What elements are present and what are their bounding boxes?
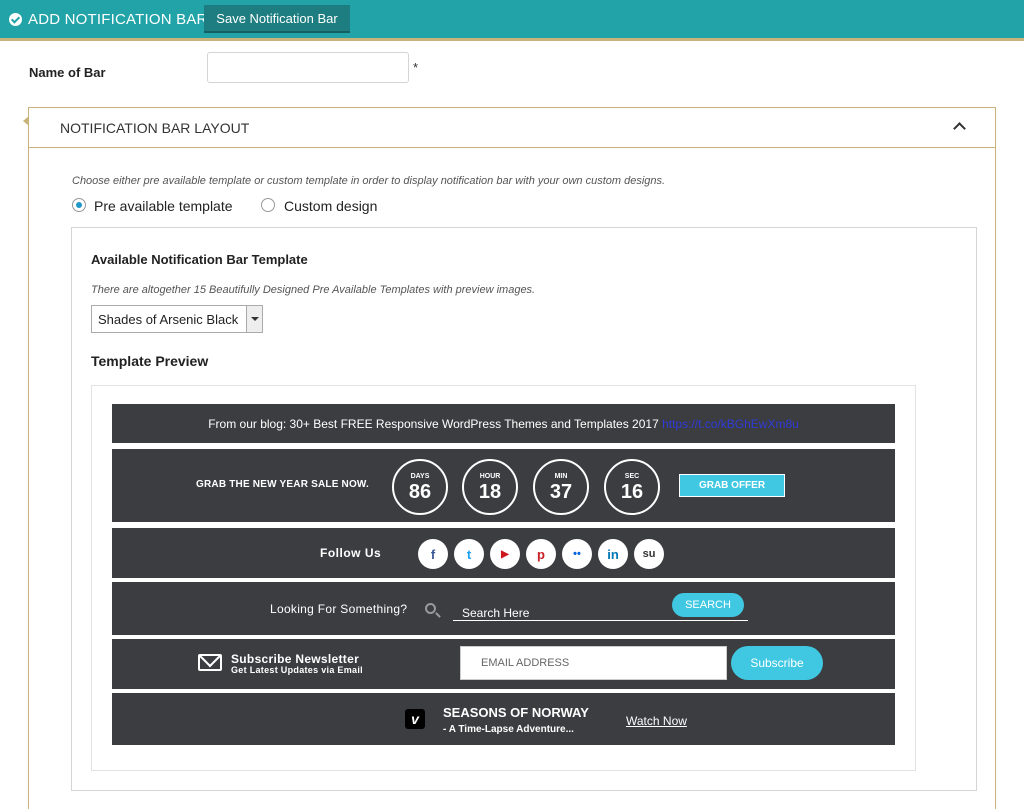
custom-design-radio[interactable] bbox=[261, 198, 275, 212]
countdown-unit: MIN bbox=[554, 473, 568, 480]
template-select[interactable]: Shades of Arsenic Black bbox=[91, 305, 263, 333]
linkedin-icon[interactable]: in bbox=[598, 539, 628, 569]
sale-countdown-bar: GRAB THE NEW YEAR SALE NOW. DAYS 86 HOUR… bbox=[112, 449, 895, 524]
panel-header[interactable]: NOTIFICATION BAR LAYOUT bbox=[23, 108, 995, 148]
newsletter-title: Subscribe Newsletter bbox=[231, 652, 360, 666]
blog-bar: From our blog: 30+ Best FREE Responsive … bbox=[112, 404, 895, 445]
search-bar: Looking For Something? Search Here SEARC… bbox=[112, 582, 895, 637]
countdown-days: DAYS 86 bbox=[392, 459, 448, 515]
sale-text: GRAB THE NEW YEAR SALE NOW. bbox=[196, 479, 370, 490]
check-circle-icon bbox=[9, 13, 22, 26]
video-title: SEASONS OF NORWAY bbox=[443, 705, 589, 720]
countdown-hours: HOUR 18 bbox=[462, 459, 518, 515]
available-template-subtitle: There are altogether 15 Beautifully Desi… bbox=[91, 284, 536, 296]
template-select-value: Shades of Arsenic Black bbox=[98, 312, 239, 327]
template-section: Available Notification Bar Template Ther… bbox=[71, 227, 977, 791]
countdown-value: 37 bbox=[549, 481, 573, 503]
search-icon bbox=[425, 603, 436, 614]
follow-us-text: Follow Us bbox=[320, 546, 382, 560]
available-template-title: Available Notification Bar Template bbox=[91, 252, 308, 267]
template-preview-title: Template Preview bbox=[91, 353, 209, 369]
countdown-value: 18 bbox=[478, 481, 502, 503]
search-placeholder: Search Here bbox=[462, 606, 530, 620]
flickr-icon[interactable]: •• bbox=[562, 539, 592, 569]
countdown-unit: SEC bbox=[624, 473, 640, 480]
blog-link[interactable]: https://t.co/kBGhEwXm8u bbox=[662, 417, 799, 431]
name-of-bar-input[interactable] bbox=[207, 52, 409, 83]
template-preview: From our blog: 30+ Best FREE Responsive … bbox=[91, 385, 916, 771]
blog-text-line: From our blog: 30+ Best FREE Responsive … bbox=[112, 417, 895, 431]
newsletter-subtitle: Get Latest Updates via Email bbox=[231, 665, 363, 675]
email-address-input[interactable]: EMAIL ADDRESS bbox=[460, 646, 727, 680]
countdown-minutes: MIN 37 bbox=[533, 459, 589, 515]
pinterest-icon[interactable]: p bbox=[526, 539, 556, 569]
countdown-value: 16 bbox=[620, 481, 644, 503]
dropdown-arrow-icon[interactable] bbox=[246, 306, 262, 332]
layout-instruction: Choose either pre available template or … bbox=[72, 175, 666, 187]
name-of-bar-label: Name of Bar bbox=[29, 65, 106, 80]
custom-design-label[interactable]: Custom design bbox=[284, 198, 377, 214]
subscribe-button[interactable]: Subscribe bbox=[731, 646, 823, 680]
countdown-seconds: SEC 16 bbox=[604, 459, 660, 515]
chevron-up-icon[interactable] bbox=[953, 122, 966, 135]
top-header-bar: ADD NOTIFICATION BAR Save Notification B… bbox=[0, 0, 1024, 41]
newsletter-bar: Subscribe Newsletter Get Latest Updates … bbox=[112, 639, 895, 691]
required-mark: * bbox=[413, 60, 419, 75]
facebook-icon[interactable]: f bbox=[418, 539, 448, 569]
search-prompt-text: Looking For Something? bbox=[270, 602, 408, 616]
countdown-unit: DAYS bbox=[410, 473, 430, 480]
youtube-icon[interactable]: ▶ bbox=[490, 539, 520, 569]
search-button[interactable]: SEARCH bbox=[672, 593, 744, 617]
blog-text: From our blog: 30+ Best FREE Responsive … bbox=[208, 417, 663, 431]
twitter-icon[interactable]: t bbox=[454, 539, 484, 569]
stumbleupon-icon[interactable]: su bbox=[634, 539, 664, 569]
video-subtitle: - A Time-Lapse Adventure... bbox=[443, 724, 574, 735]
pre-available-template-label[interactable]: Pre available template bbox=[94, 198, 233, 214]
countdown-value: 86 bbox=[408, 481, 432, 503]
vimeo-icon: v bbox=[405, 709, 425, 729]
panel-notch-icon bbox=[23, 116, 29, 126]
page-title: ADD NOTIFICATION BAR bbox=[28, 11, 208, 28]
grab-offer-button[interactable]: GRAB OFFER bbox=[679, 474, 785, 497]
panel-title: NOTIFICATION BAR LAYOUT bbox=[60, 120, 250, 136]
follow-us-bar: Follow Us f t ▶ p •• in su bbox=[112, 528, 895, 580]
envelope-icon bbox=[198, 654, 222, 671]
save-notification-bar-button[interactable]: Save Notification Bar bbox=[204, 5, 350, 33]
video-bar: v SEASONS OF NORWAY - A Time-Lapse Adven… bbox=[112, 693, 895, 745]
watch-now-link[interactable]: Watch Now bbox=[626, 714, 687, 728]
notification-bar-layout-panel: NOTIFICATION BAR LAYOUT Choose either pr… bbox=[23, 107, 996, 809]
pre-available-template-radio[interactable] bbox=[72, 198, 86, 212]
countdown-unit: HOUR bbox=[479, 473, 501, 480]
